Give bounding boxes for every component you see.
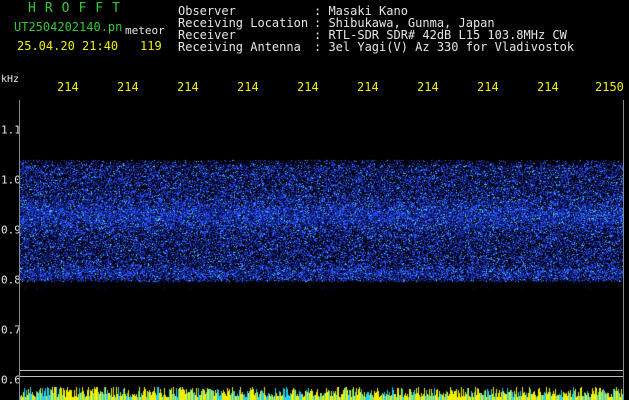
y-tick-0-6: 0.6 <box>1 373 21 387</box>
x-tick-5: 214 <box>297 80 319 94</box>
left-axis-line <box>19 100 20 400</box>
spectrogram-display <box>20 100 623 386</box>
x-tick-1: 214 <box>57 80 79 94</box>
x-tick-6: 214 <box>357 80 379 94</box>
y-axis-unit: kHz <box>1 74 20 85</box>
meteor-count: 119 <box>140 39 162 53</box>
x-tick-9: 214 <box>537 80 559 94</box>
reference-line-lower <box>20 376 623 377</box>
right-axis-line <box>623 100 624 400</box>
x-tick-2: 214 <box>117 80 139 94</box>
y-tick-0-8: 0.8 <box>1 273 21 287</box>
x-tick-7: 214 <box>417 80 439 94</box>
x-tick-4: 214 <box>237 80 259 94</box>
antenna-value: : 3el Yagi(V) Az 330 for Vladivostok <box>314 40 575 54</box>
app-brand: HROFFT <box>28 1 129 16</box>
x-tick-3: 214 <box>177 80 199 94</box>
antenna-label: Receiving Antenna <box>178 40 301 54</box>
y-tick-0-7: 0.7 <box>1 323 21 337</box>
signal-level-strip <box>20 386 623 400</box>
x-tick-10: 2150 <box>595 80 624 94</box>
file-name: UT2504202140.pn <box>14 20 123 34</box>
x-tick-8: 214 <box>477 80 499 94</box>
reference-line-upper <box>20 370 623 371</box>
y-tick-1-1: 1.1 <box>1 123 21 137</box>
mode-label: meteor <box>125 24 165 37</box>
date-time: 25.04.20 21:40 <box>17 39 119 53</box>
y-tick-1-0: 1.0 <box>1 173 21 187</box>
y-tick-0-9: 0.9 <box>1 223 21 237</box>
